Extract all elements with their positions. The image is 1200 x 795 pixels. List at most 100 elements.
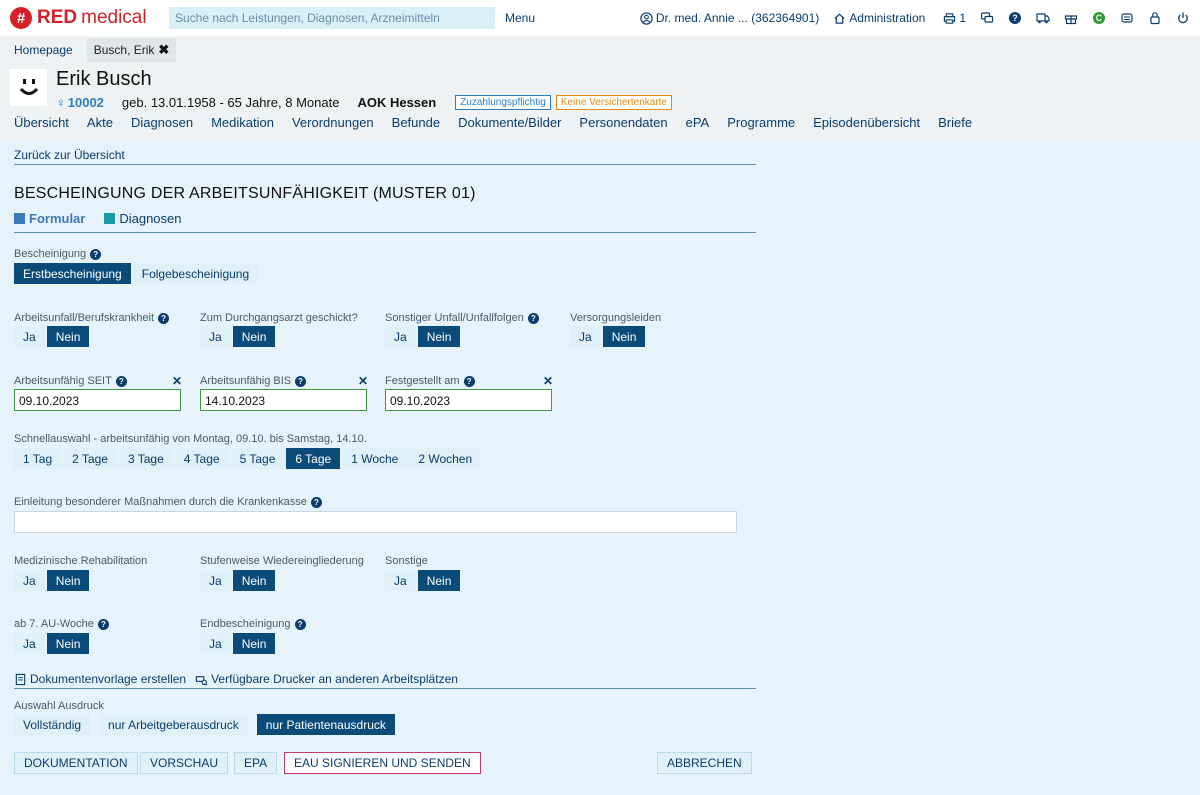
- back-link[interactable]: Zurück zur Übersicht: [14, 148, 125, 162]
- dokumentation-button[interactable]: DOKUMENTATION: [14, 752, 138, 774]
- schnell-3-tage[interactable]: 3 Tage: [118, 448, 173, 469]
- festgestellt-date-field[interactable]: 09.10.2023: [385, 389, 552, 411]
- nav-medikation[interactable]: Medikation: [211, 115, 274, 130]
- lock-icon[interactable]: [1148, 11, 1162, 25]
- user-menu[interactable]: Dr. med. Annie ... (362364901): [640, 11, 819, 25]
- durchgangsarzt-ja[interactable]: Ja: [200, 326, 231, 347]
- nav-diagnosen[interactable]: Diagnosen: [131, 115, 193, 130]
- drucker-link[interactable]: Verfügbare Drucker an anderen Arbeitsplä…: [195, 672, 458, 686]
- patient-info-row: ♀ 10002 geb. 13.01.1958 - 65 Jahre, 8 Mon…: [56, 94, 677, 110]
- sonstige-nein[interactable]: Nein: [417, 570, 461, 591]
- eau-signieren-button[interactable]: EAU SIGNIEREN UND SENDEN: [284, 752, 481, 774]
- ausdruck-options: Vollständig nur Arbeitgeberausdruck nur …: [14, 714, 395, 735]
- clear-seit-icon[interactable]: ✕: [172, 374, 182, 388]
- ausdruck-arbeitgeber[interactable]: nur Arbeitgeberausdruck: [99, 714, 248, 735]
- gift-icon[interactable]: [1064, 11, 1078, 25]
- nav-verordnungen[interactable]: Verordnungen: [292, 115, 374, 130]
- au-woche-ja[interactable]: Ja: [14, 633, 45, 654]
- reha-nein[interactable]: Nein: [46, 570, 90, 591]
- nav-episoden[interactable]: Episodenübersicht: [813, 115, 920, 130]
- close-icon[interactable]: ✖: [158, 42, 169, 58]
- nav-personendaten[interactable]: Personendaten: [579, 115, 667, 130]
- nav-befunde[interactable]: Befunde: [392, 115, 440, 130]
- help-icon[interactable]: ?: [463, 375, 475, 387]
- epa-button[interactable]: EPA: [234, 752, 278, 774]
- einleitung-input[interactable]: [14, 511, 737, 533]
- card-reader-icon[interactable]: [1120, 11, 1134, 25]
- schnell-4-tage[interactable]: 4 Tage: [174, 448, 229, 469]
- stufenweise-ja[interactable]: Ja: [200, 570, 231, 591]
- ausdruck-patient[interactable]: nur Patientenausdruck: [256, 714, 395, 735]
- arbeitsunfall-ja[interactable]: Ja: [14, 326, 45, 347]
- nav-briefe[interactable]: Briefe: [938, 115, 972, 130]
- user-icon: [640, 11, 653, 25]
- reha-ja[interactable]: Ja: [14, 570, 45, 591]
- help-icon[interactable]: ?: [97, 618, 109, 630]
- durchgangsarzt-text: Zum Durchgangsarzt geschickt?: [200, 312, 358, 324]
- schnell-2-tage[interactable]: 2 Tage: [63, 448, 117, 469]
- au-woche-nein[interactable]: Nein: [46, 633, 90, 654]
- versorgungsleiden-ja[interactable]: Ja: [570, 326, 601, 347]
- arbeitsunfall-toggle: Ja Nein: [14, 326, 90, 347]
- print-queue[interactable]: 1: [943, 11, 966, 25]
- schnell-1-woche[interactable]: 1 Woche: [342, 448, 408, 469]
- vorlage-link[interactable]: Dokumentenvorlage erstellen: [14, 672, 186, 686]
- tab-homepage[interactable]: Homepage: [7, 38, 80, 62]
- nav-dokumente[interactable]: Dokumente/Bilder: [458, 115, 561, 130]
- tab-patient[interactable]: Busch, Erik ✖: [86, 38, 177, 62]
- ausdruck-vollstaendig[interactable]: Vollständig: [14, 714, 91, 735]
- help-icon[interactable]: ?: [527, 312, 539, 324]
- administration-link[interactable]: Administration: [833, 11, 925, 25]
- schnellauswahl-options: 1 Tag 2 Tage 3 Tage 4 Tage 5 Tage 6 Tage…: [14, 448, 482, 469]
- nav-uebersicht[interactable]: Übersicht: [14, 115, 69, 130]
- endbescheinigung-ja[interactable]: Ja: [200, 633, 231, 654]
- help-icon[interactable]: ?: [294, 618, 306, 630]
- sonstiger-unfall-ja[interactable]: Ja: [385, 326, 416, 347]
- search-input[interactable]: [169, 7, 495, 29]
- clear-bis-icon[interactable]: ✕: [358, 374, 368, 388]
- hash-icon: #: [10, 7, 32, 29]
- sonstige-text: Sonstige: [385, 555, 428, 567]
- endbescheinigung-nein[interactable]: Nein: [232, 633, 276, 654]
- logo[interactable]: # RED medical: [10, 7, 160, 29]
- nav-programme[interactable]: Programme: [727, 115, 795, 130]
- help-icon[interactable]: ?: [295, 375, 307, 387]
- stufenweise-nein[interactable]: Nein: [232, 570, 276, 591]
- divider: [14, 688, 756, 689]
- patient-id[interactable]: ♀ 10002: [56, 95, 104, 110]
- sonstiger-unfall-nein[interactable]: Nein: [417, 326, 461, 347]
- nav-epa[interactable]: ePA: [686, 115, 710, 130]
- folgebescheinigung-button[interactable]: Folgebescheinigung: [132, 263, 259, 284]
- clear-festgestellt-icon[interactable]: ✕: [543, 374, 553, 388]
- power-icon[interactable]: [1176, 11, 1190, 25]
- user-label: Dr. med. Annie ... (362364901): [655, 11, 820, 25]
- help-icon[interactable]: ?: [115, 375, 127, 387]
- help-icon[interactable]: ?: [90, 248, 102, 260]
- menu-link[interactable]: Menu: [505, 11, 535, 25]
- schnell-5-tage[interactable]: 5 Tage: [230, 448, 285, 469]
- durchgangsarzt-nein[interactable]: Nein: [232, 326, 276, 347]
- arbeitsunfall-nein[interactable]: Nein: [46, 326, 90, 347]
- abbrechen-button[interactable]: ABBRECHEN: [657, 752, 752, 774]
- nav-akte[interactable]: Akte: [87, 115, 113, 130]
- erstbescheinigung-button[interactable]: Erstbescheinigung: [14, 263, 131, 284]
- sonstige-ja[interactable]: Ja: [385, 570, 416, 591]
- help-icon[interactable]: ?: [310, 496, 322, 508]
- transport-icon[interactable]: [1036, 11, 1050, 25]
- help-icon[interactable]: ?: [158, 312, 170, 324]
- schnell-1-tag[interactable]: 1 Tag: [14, 448, 62, 469]
- schnell-2-wochen[interactable]: 2 Wochen: [409, 448, 482, 469]
- patient-id-value: 10002: [67, 94, 104, 110]
- subtab-formular[interactable]: Formular: [14, 211, 85, 226]
- seit-date-field[interactable]: 09.10.2023: [14, 389, 181, 411]
- versorgungsleiden-nein[interactable]: Nein: [602, 326, 646, 347]
- tab-homepage-label: Homepage: [14, 43, 73, 57]
- chat-icon[interactable]: [980, 11, 994, 25]
- help-icon[interactable]: ?: [1008, 11, 1022, 25]
- schnell-6-tage[interactable]: 6 Tage: [286, 448, 341, 469]
- bis-date-field[interactable]: 14.10.2023: [200, 389, 367, 411]
- subtab-formular-label: Formular: [29, 211, 86, 226]
- vorschau-button[interactable]: VORSCHAU: [140, 752, 229, 774]
- subtab-diagnosen[interactable]: Diagnosen: [104, 211, 182, 226]
- status-green-icon[interactable]: C: [1092, 11, 1106, 25]
